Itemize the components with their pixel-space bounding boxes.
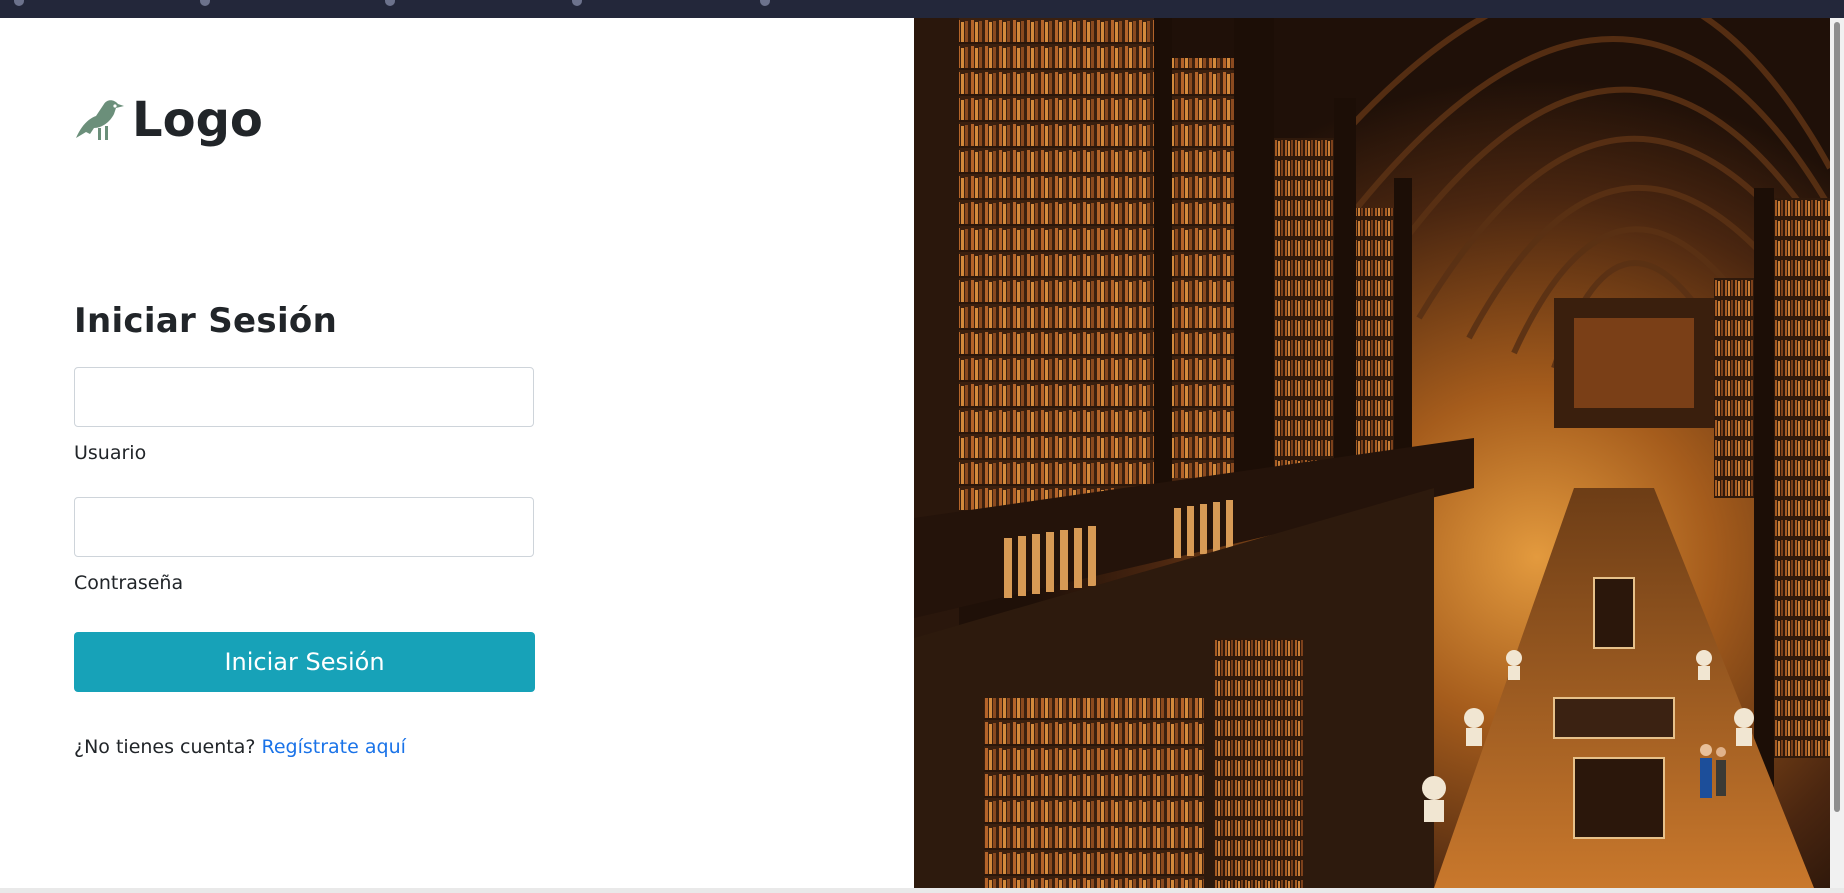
- browser-tab-strip: [0, 0, 1844, 18]
- password-label: Contraseña: [74, 572, 184, 594]
- username-label: Usuario: [74, 442, 147, 464]
- library-illustration: [914, 18, 1830, 888]
- login-panel: Logo Iniciar Sesión Usuario Contraseña I…: [0, 18, 914, 888]
- page-scrollbar[interactable]: [1830, 18, 1844, 888]
- library-hero-image: [914, 18, 1830, 888]
- signup-link[interactable]: Regístrate aquí: [262, 736, 406, 758]
- brand-logo[interactable]: Logo: [74, 96, 263, 144]
- tab-icon[interactable]: [14, 0, 24, 6]
- username-field[interactable]: [74, 367, 534, 427]
- raven-icon: [76, 100, 124, 140]
- logo-text: Logo: [132, 92, 263, 148]
- scrollbar-thumb[interactable]: [1834, 22, 1840, 812]
- tab-icon[interactable]: [572, 0, 582, 6]
- signup-prompt: ¿No tienes cuenta? Regístrate aquí: [74, 736, 406, 758]
- page-title: Iniciar Sesión: [74, 301, 338, 341]
- password-field[interactable]: [74, 497, 534, 557]
- tab-icon[interactable]: [200, 0, 210, 6]
- tab-icon[interactable]: [385, 0, 395, 6]
- page-viewport: Logo Iniciar Sesión Usuario Contraseña I…: [0, 18, 1830, 888]
- login-button[interactable]: Iniciar Sesión: [74, 632, 535, 692]
- tab-icon[interactable]: [760, 0, 770, 6]
- signup-prompt-text: ¿No tienes cuenta?: [74, 736, 256, 758]
- bottom-edge: [0, 888, 1844, 893]
